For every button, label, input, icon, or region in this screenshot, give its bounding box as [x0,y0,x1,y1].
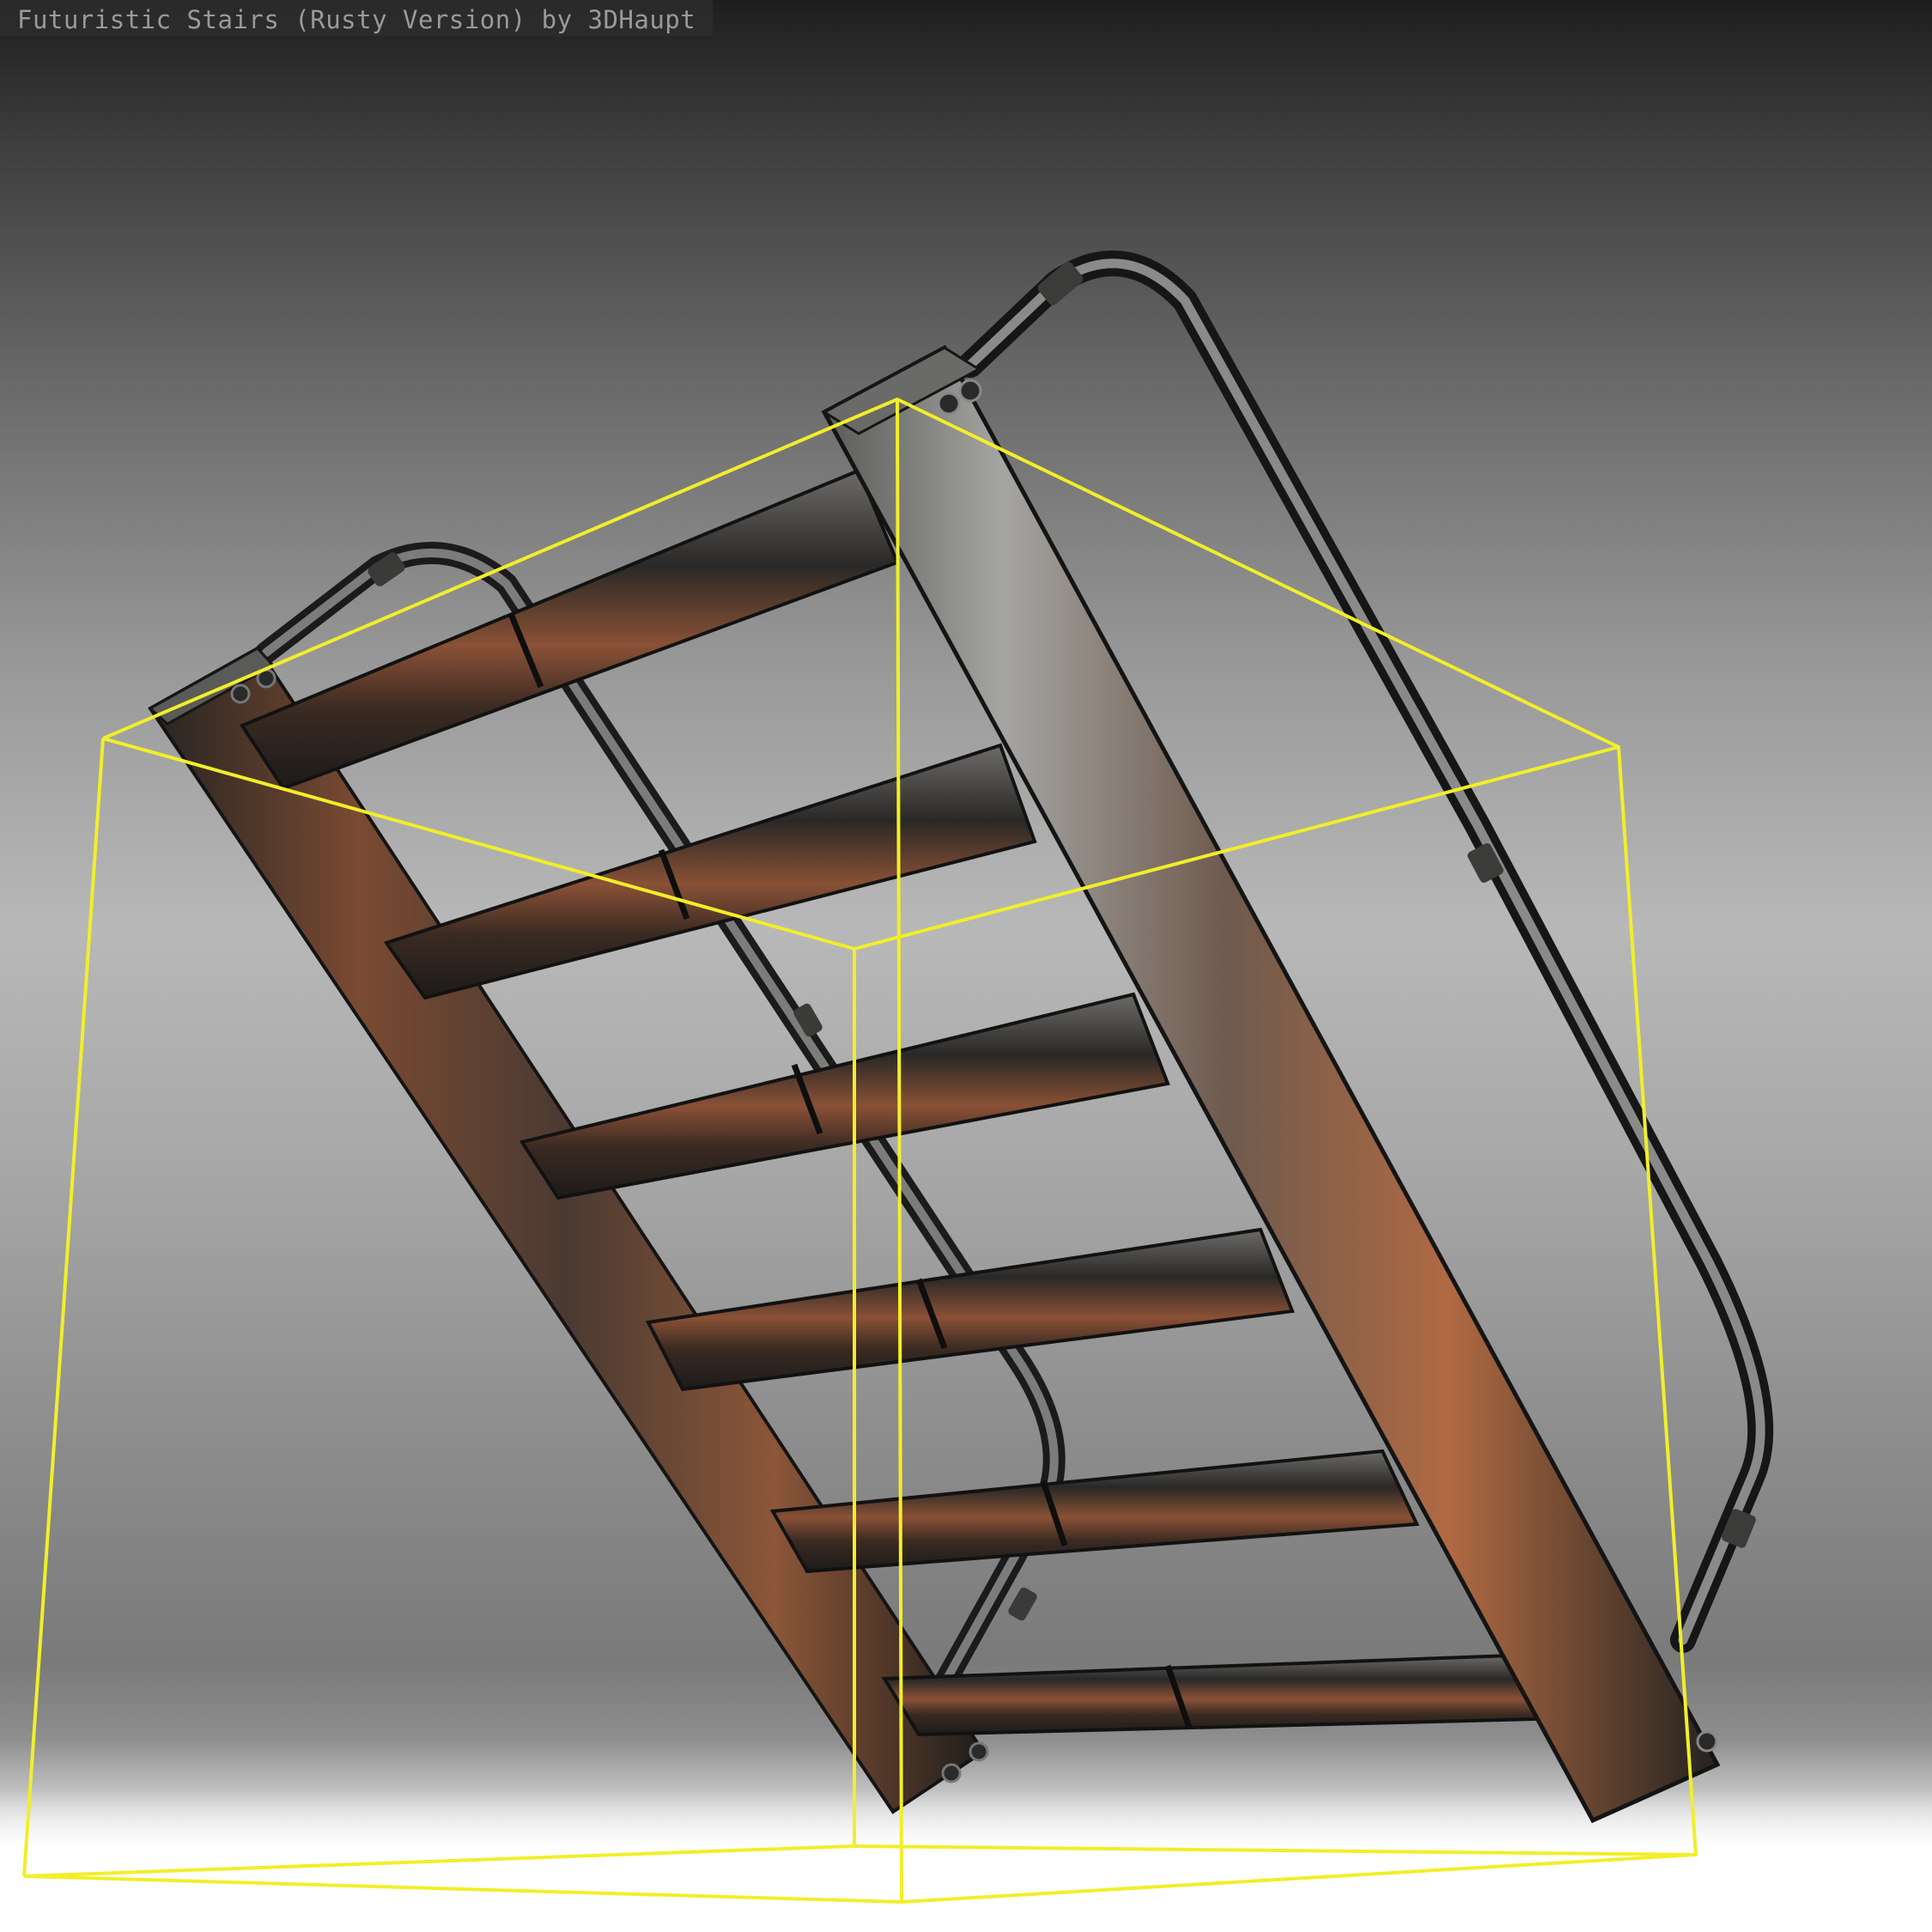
step-2 [383,743,1037,1000]
model-title-bar: Futuristic Stairs (Rusty Version) by 3DH… [0,0,714,36]
handrail-right [957,250,1774,1653]
model-scene[interactable] [0,0,1932,1932]
model-title: Futuristic Stairs (Rusty Version) by 3DH… [17,5,696,34]
step-6 [881,1653,1540,1737]
step-4 [645,1227,1295,1392]
floor-plane [0,1790,1932,1932]
3d-viewport[interactable]: Futuristic Stairs (Rusty Version) by 3DH… [0,0,1932,1932]
step-3 [519,992,1170,1200]
step-1 [239,468,900,791]
step-5 [769,1449,1420,1574]
